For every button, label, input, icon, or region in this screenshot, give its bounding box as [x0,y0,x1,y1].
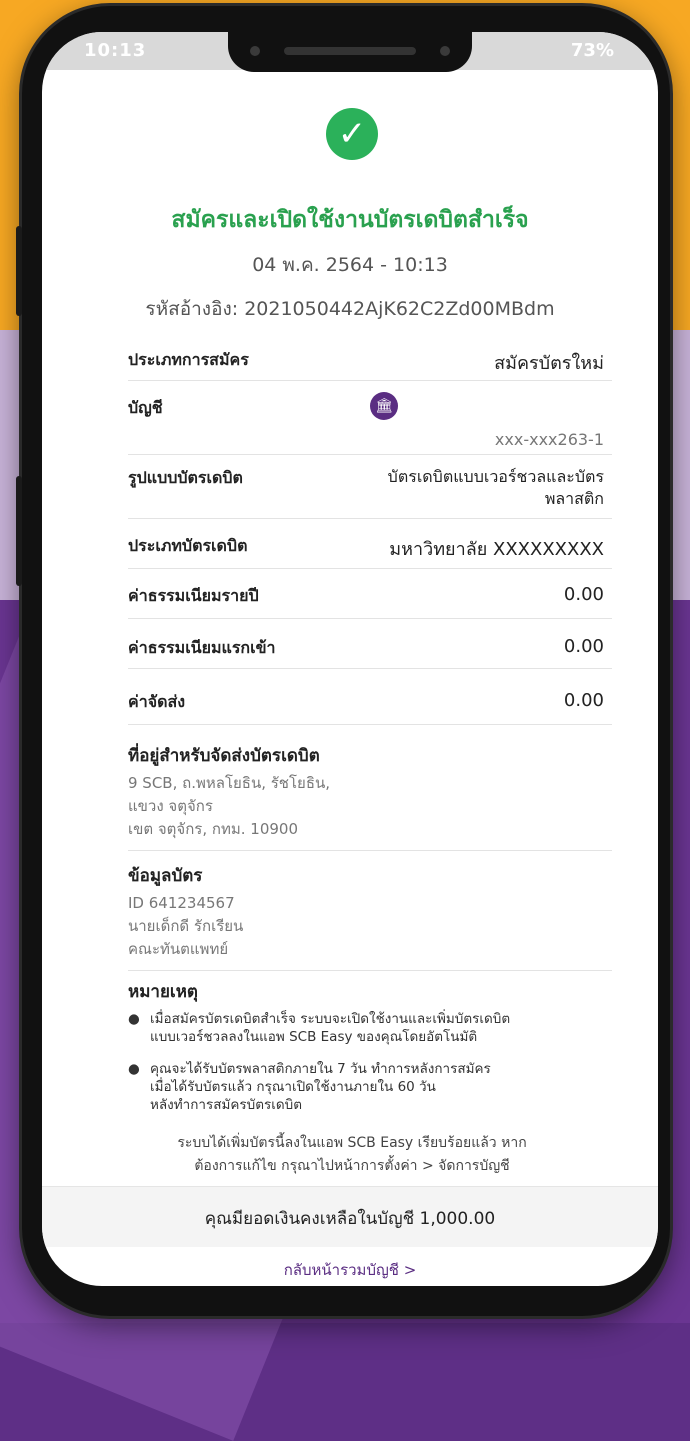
entry-fee-value: 0.00 [563,636,604,657]
divider [128,850,612,851]
divider [128,668,612,669]
info-line: ต้องการแก้ไข กรุณาไปหน้าการตั้งค่า > จัด… [194,1158,510,1174]
card-info-text: ID 641234567 นายเด็กดี รักเรียน คณะทันตแ… [128,892,243,961]
shipping-fee-label: ค่าจัดส่ง [128,692,186,711]
reference-code: รหัสอ้างอิง: 2021050442AjK62C2Zd00MBdm [145,298,555,320]
bullet-icon: ● [128,1061,140,1077]
address-line: 9 SCB, ถ.พหลโยธิน, รัชโยธิน, [128,774,331,792]
notes-heading: หมายเหตุ [128,982,198,1002]
card-info-heading: ข้อมูลบัตร [128,866,203,886]
side-button [16,476,22,586]
note-line: เมื่อสมัครบัตรเดบิตสำเร็จ ระบบจะเปิดใช้ง… [150,1011,511,1027]
bank-icon: 🏛 [370,392,398,420]
balance-text: คุณมียอดเงินคงเหลือในบัญชี 1,000.00 [204,1209,496,1229]
application-type-label: ประเภทการสมัคร [128,350,249,369]
divider [128,568,612,569]
divider [128,970,612,971]
card-type-value: มหาวิทยาลัย XXXXXXXXX [389,539,604,560]
speaker-grille [284,47,416,55]
note-line: แบบเวอร์ชวลลงในแอพ SCB Easy ของคุณโดยอัต… [150,1029,478,1045]
phone-screen: 10:13 73% ✓ สมัครและเปิดใช้งานบัตรเดบิตส… [42,32,658,1286]
page-title: สมัครและเปิดใช้งานบัตรเดบิตสำเร็จ [171,207,529,233]
address-line: เขต จตุจักร, กทม. 10900 [128,820,298,838]
divider [128,454,612,455]
transaction-datetime: 04 พ.ค. 2564 - 10:13 [252,254,448,276]
shipping-fee-value: 0.00 [563,690,604,711]
account-label: บัญชี [128,398,163,417]
bullet-icon: ● [128,1011,140,1027]
note-line: หลังทำการสมัครบัตรเดบิต [150,1097,302,1113]
address-line: แขวง จตุจักร [128,797,213,815]
card-format-label: รูปแบบบัตรเดบิต [128,468,243,487]
info-message: ระบบได้เพิ่มบัตรนี้ลงในแอพ SCB Easy เรีย… [142,1132,562,1178]
address-heading: ที่อยู่สำหรับจัดส่งบัตรเดบิต [128,746,320,766]
balance-bar: คุณมียอดเงินคงเหลือในบัญชี 1,000.00 [42,1186,658,1247]
info-line: ระบบได้เพิ่มบัตรนี้ลงในแอพ SCB Easy เรีย… [177,1135,527,1151]
note-line: คุณจะได้รับบัตรพลาสติกภายใน 7 วัน ทำการห… [150,1061,491,1077]
card-format-value: บัตรเดบิตแบบเวอร์ชวลและบัตร พลาสติก [388,466,604,510]
divider [128,380,612,381]
entry-fee-label: ค่าธรรมเนียมแรกเข้า [128,638,276,657]
sensor-dot-icon [440,46,450,56]
address-text: 9 SCB, ถ.พหลโยธิน, รัชโยธิน, แขวง จตุจัก… [128,772,330,841]
card-info-line: ID 641234567 [128,894,235,912]
status-time: 10:13 [84,40,147,61]
card-info-line: คณะทันตแพทย์ [128,940,229,958]
success-check-icon: ✓ [326,108,378,160]
card-format-value-line1: บัตรเดบิตแบบเวอร์ชวลและบัตร [387,467,604,486]
note-line: เมื่อได้รับบัตรแล้ว กรุณาเปิดใช้งานภายใน… [150,1079,436,1095]
divider [128,518,612,519]
card-info-line: นายเด็กดี รักเรียน [128,917,244,935]
application-type-value: สมัครบัตรใหม่ [494,353,604,374]
card-format-value-line2: พลาสติก [544,489,604,508]
android-nav-bar: < O ||| [42,1276,658,1286]
volume-button [16,226,22,316]
camera-notch [228,32,472,72]
divider [128,724,612,725]
account-number: xxx-xxx263-1 [494,430,604,449]
camera-dot-icon [250,46,260,56]
battery-indicator: 73% [570,40,614,61]
annual-fee-value: 0.00 [563,584,604,605]
divider [128,618,612,619]
annual-fee-label: ค่าธรรมเนียมรายปี [128,586,259,605]
card-type-label: ประเภทบัตรเดบิต [128,536,248,555]
